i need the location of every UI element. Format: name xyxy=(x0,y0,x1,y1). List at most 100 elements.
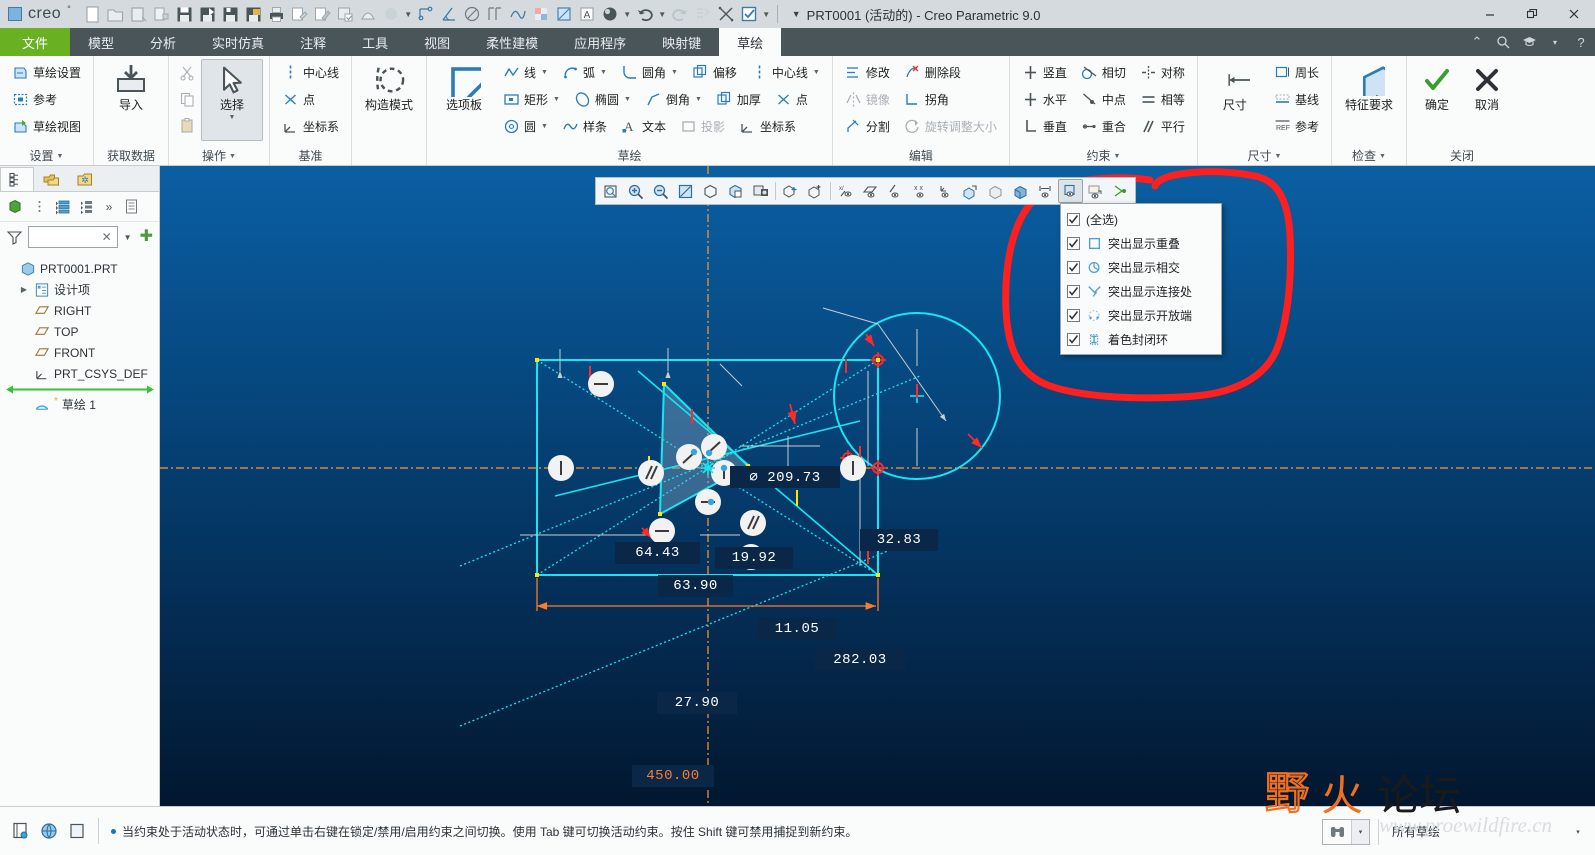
save-a-copy-icon[interactable] xyxy=(127,3,149,25)
coincident-constraint-button[interactable]: 重合 xyxy=(1075,113,1132,139)
tree-filter-text[interactable] xyxy=(33,231,99,243)
checkbox-icon[interactable] xyxy=(715,3,737,25)
flag-icon[interactable] xyxy=(484,3,506,25)
appearance-caret[interactable]: ▼ xyxy=(403,3,414,25)
status-globe-icon[interactable] xyxy=(38,820,60,842)
shade-icon[interactable] xyxy=(357,3,379,25)
point-button[interactable]: 点 xyxy=(276,86,345,112)
point-button[interactable]: 点 xyxy=(769,86,814,112)
midpoint-constraint-button[interactable]: 中点 xyxy=(1075,86,1132,112)
verify-icon[interactable] xyxy=(334,3,356,25)
new-file-icon[interactable] xyxy=(81,3,103,25)
shaded-view-icon[interactable] xyxy=(1008,179,1033,203)
perimeter-button[interactable]: 周长 xyxy=(1268,59,1325,85)
thicken-button[interactable]: 加厚 xyxy=(710,86,767,112)
collapse-ribbon-icon[interactable]: ⌃ xyxy=(1469,28,1485,56)
sketch-view-button[interactable]: 草绘视图 xyxy=(6,113,87,139)
close-window-icon[interactable] xyxy=(692,3,714,25)
annotate-icon[interactable] xyxy=(311,3,333,25)
tree-node[interactable]: RIGHT xyxy=(4,300,159,321)
csys-display-icon[interactable] xyxy=(933,179,958,203)
save-as-icon[interactable] xyxy=(196,3,218,25)
dimension-diameter[interactable]: ⌀ 209.73 xyxy=(730,466,840,488)
tab-model[interactable]: 模型 xyxy=(70,28,132,56)
rectangle-button[interactable]: 矩形 ▼ xyxy=(497,86,566,112)
chevron-down-icon[interactable]: ▼ xyxy=(541,69,548,76)
sketch-setup-button[interactable]: 草绘设置 xyxy=(6,59,87,85)
window-icon[interactable] xyxy=(738,3,760,25)
equal-constraint-button[interactable]: 相等 xyxy=(1134,86,1191,112)
saved-orientations-icon[interactable] xyxy=(698,179,723,203)
dimension-27-90[interactable]: 27.90 xyxy=(657,692,737,714)
plane-display-icon[interactable] xyxy=(858,179,883,203)
dimension-32-83[interactable]: 32.83 xyxy=(860,529,938,551)
group-expand-caret[interactable]: ▼ xyxy=(1274,153,1281,160)
group-expand-caret[interactable]: ▼ xyxy=(57,153,64,160)
point-display-icon[interactable]: x x xyxy=(908,179,933,203)
tab-layer-tree[interactable] xyxy=(34,167,68,191)
tree-node[interactable]: FRONT xyxy=(4,342,159,363)
status-sketch-icon[interactable] xyxy=(10,820,32,842)
show-annotations-icon[interactable] xyxy=(778,179,803,203)
cross-button[interactable]: 取消 xyxy=(1463,59,1511,141)
dimension-64-43[interactable]: 64.43 xyxy=(615,542,700,564)
dimension-450-00[interactable]: 450.00 xyxy=(632,765,714,787)
fillet-button[interactable]: 圆角 ▼ xyxy=(615,59,684,85)
export-icon[interactable] xyxy=(242,3,264,25)
baseline-button[interactable]: 基线 xyxy=(1268,86,1325,112)
checkbox-checked[interactable] xyxy=(1067,308,1080,322)
appearance-icon[interactable] xyxy=(380,3,402,25)
expand-arrow-icon[interactable]: ▶ xyxy=(18,285,30,294)
checkbox-checked[interactable] xyxy=(1067,284,1080,298)
feature-requirements-button[interactable]: 特征要求 xyxy=(1338,59,1400,141)
dimension-11-05[interactable]: 11.05 xyxy=(758,618,836,640)
backup-icon[interactable] xyxy=(219,3,241,25)
tab-flexible-modeling[interactable]: 柔性建模 xyxy=(468,28,556,56)
menu-item-highlight-open-end[interactable]: 突出显示开放端 xyxy=(1061,303,1221,327)
undo-caret[interactable]: ▼ xyxy=(622,3,633,25)
centerline-button[interactable]: 中心线 xyxy=(276,59,345,85)
measure-icon[interactable] xyxy=(415,3,437,25)
checkbox-checked[interactable] xyxy=(1067,236,1080,250)
grid-display-icon[interactable] xyxy=(1083,179,1108,203)
chevron-down-icon[interactable]: ▼ xyxy=(624,96,631,103)
zoom-in-icon[interactable] xyxy=(623,179,648,203)
coordinate-system-button[interactable]: 坐标系 xyxy=(276,113,345,139)
group-expand-caret[interactable]: ▼ xyxy=(229,153,236,160)
tree-node[interactable]: TOP xyxy=(4,321,159,342)
tab-favorites[interactable]: ✲ xyxy=(68,167,102,191)
tangent-constraint-button[interactable]: 相切 xyxy=(1075,59,1132,85)
graphics-area[interactable]: ⌀ 209.73 64.43 19.92 63.90 32.83 11.05 282.03 2… xyxy=(160,166,1595,806)
tree-node[interactable]: PRT0001.PRT xyxy=(4,258,159,279)
checkbox-checked[interactable] xyxy=(1067,332,1080,346)
tab-live-simulation[interactable]: 实时仿真 xyxy=(194,28,282,56)
text-button[interactable]: A 文本 xyxy=(615,113,672,139)
learning-caret-icon[interactable]: ▾ xyxy=(1547,28,1563,56)
learning-connector-icon[interactable] xyxy=(1521,28,1537,56)
color-sphere-icon[interactable]: A xyxy=(576,3,598,25)
selection-filter-caret[interactable]: ▾ xyxy=(1570,828,1586,836)
chevron-down-icon[interactable]: ▼ xyxy=(553,96,560,103)
spline-button[interactable]: 样条 xyxy=(556,113,613,139)
sketcher-diagnostics-icon[interactable] xyxy=(1108,179,1133,203)
offset-button[interactable]: 偏移 xyxy=(686,59,743,85)
tab-file[interactable]: 文件 xyxy=(0,28,71,56)
menu-item-select-all[interactable]: (全选) xyxy=(1061,207,1221,231)
arc-button[interactable]: 弧 ▼ xyxy=(556,59,613,85)
sketch-display-filters-icon[interactable] xyxy=(1058,179,1083,203)
axis-display-icon[interactable] xyxy=(883,179,908,203)
palette-button[interactable]: 选项板 xyxy=(433,59,495,141)
selection-filter-combo[interactable]: 所有草绘 ▾ xyxy=(1387,819,1587,845)
check-button[interactable]: 确定 xyxy=(1413,59,1461,141)
dimension-282-03[interactable]: 282.03 xyxy=(815,649,905,671)
vertical-constraint-button[interactable]: 竖直 xyxy=(1016,59,1073,85)
view-manager-icon[interactable] xyxy=(723,179,748,203)
more-chevrons-icon[interactable]: » xyxy=(100,196,118,218)
chevron-down-icon[interactable]: ▼ xyxy=(229,114,236,121)
import-button[interactable]: 导入 xyxy=(100,59,162,141)
menu-item-shade-closed-loop[interactable]: 着色封闭环 xyxy=(1061,327,1221,351)
dimension-19-92[interactable]: 19.92 xyxy=(715,547,793,569)
tab-analysis[interactable]: 分析 xyxy=(132,28,194,56)
construction-mode-button[interactable]: 构造模式 xyxy=(358,59,420,141)
spin-center-icon[interactable] xyxy=(983,179,1008,203)
